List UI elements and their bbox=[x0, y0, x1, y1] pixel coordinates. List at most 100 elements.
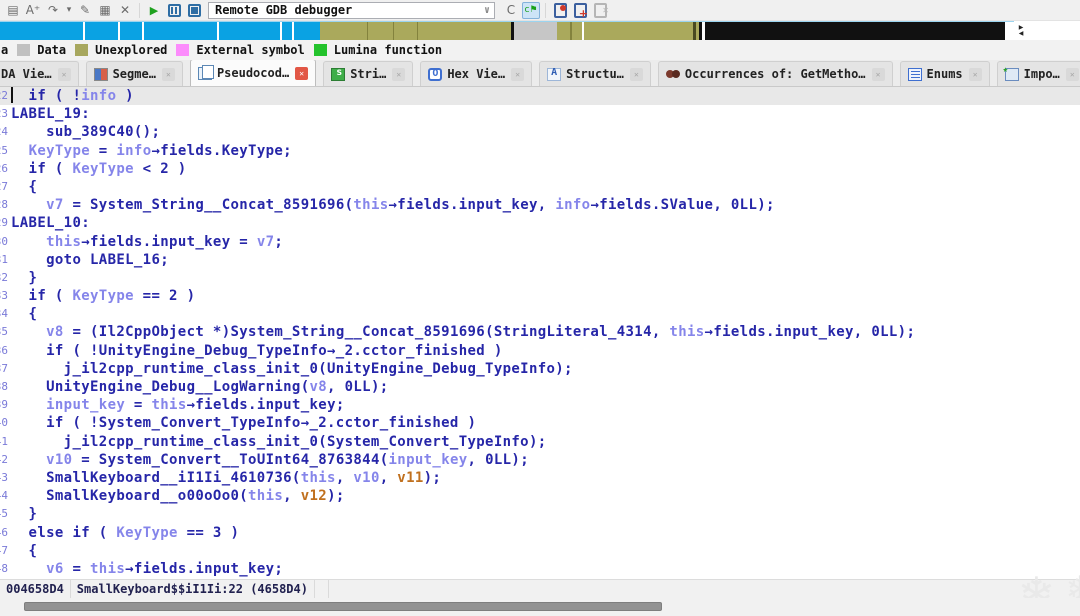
tab-close-button[interactable]: ✕ bbox=[161, 67, 175, 81]
code-line[interactable]: 28 v7 = System_String__Concat_8591696(th… bbox=[0, 196, 1080, 214]
tab-close-button[interactable]: ✕ bbox=[295, 66, 309, 80]
add-breakpoint-icon[interactable] bbox=[571, 2, 589, 20]
tab-close-button[interactable]: ✕ bbox=[511, 67, 525, 81]
tab-pseudocod[interactable]: Pseudocod… ✕ bbox=[189, 60, 317, 86]
tab-stri[interactable]: Stri… ✕ bbox=[323, 61, 414, 86]
navigation-band-segment[interactable] bbox=[119, 22, 142, 40]
tab-close-button[interactable]: ✕ bbox=[629, 67, 643, 81]
line-number: 45 bbox=[0, 507, 8, 521]
navigation-band-segment[interactable] bbox=[143, 22, 217, 40]
debugger-selector-value: Remote GDB debugger bbox=[215, 3, 353, 17]
tab-close-button[interactable]: ✕ bbox=[392, 67, 406, 81]
code-line[interactable]: 46 else if ( KeyType == 3 ) bbox=[0, 524, 1080, 542]
run-icon[interactable]: ▶ bbox=[145, 2, 163, 19]
code-line[interactable]: 22 if ( !info ) bbox=[0, 87, 1080, 106]
code-token: } bbox=[11, 506, 38, 523]
horizontal-scrollbar-thumb[interactable] bbox=[24, 602, 662, 611]
line-number: 37 bbox=[0, 361, 8, 375]
code-line[interactable]: 37 j_il2cpp_runtime_class_init_0(UnityEn… bbox=[0, 360, 1080, 378]
navigation-band-segment[interactable] bbox=[293, 22, 321, 40]
legend-label: Lumina function bbox=[333, 43, 443, 57]
code-line[interactable]: 36 if ( !UnityEngine_Debug_TypeInfo→_2.c… bbox=[0, 342, 1080, 360]
tab-close-button[interactable]: ✕ bbox=[968, 67, 982, 81]
code-line[interactable]: 38 UnityEngine_Debug__LogWarning(v8, 0LL… bbox=[0, 378, 1080, 396]
horizontal-scrollbar[interactable] bbox=[0, 598, 1080, 616]
breakpoint-list-icon[interactable] bbox=[551, 2, 569, 19]
navigation-band-segment[interactable] bbox=[556, 22, 571, 40]
stop-icon[interactable] bbox=[185, 2, 203, 19]
code-line[interactable]: 44 SmallKeyboard__o00oOo0(this, v12); bbox=[0, 487, 1080, 505]
code-line[interactable]: 48 v6 = this→fields.input_key; bbox=[0, 560, 1080, 578]
snapshot-icon[interactable]: ▦ bbox=[96, 2, 114, 19]
code-line[interactable]: 31 goto LABEL_16; bbox=[0, 251, 1080, 269]
line-number: 28 bbox=[0, 198, 8, 212]
navigation-band-segment[interactable] bbox=[218, 22, 280, 40]
tab-impo[interactable]: Impo… ✕ bbox=[996, 61, 1080, 86]
toolbar-separator bbox=[545, 2, 546, 18]
code-line[interactable]: 27 { bbox=[0, 178, 1080, 196]
code-token: if ( !System_Convert_TypeInfo→_2.cctor_f… bbox=[11, 415, 477, 432]
code-line[interactable]: 35 v8 = (Il2CppObject *)System_String__C… bbox=[0, 323, 1080, 341]
code-line[interactable]: 24 sub_389C40(); bbox=[0, 123, 1080, 141]
code-line[interactable]: 47 { bbox=[0, 542, 1080, 560]
code-line[interactable]: 32 } bbox=[0, 269, 1080, 287]
navigation-band-segment[interactable] bbox=[1004, 22, 1011, 40]
navigation-band-segment[interactable] bbox=[85, 22, 118, 40]
dropdown-arrow-icon[interactable]: ▾ bbox=[64, 2, 74, 19]
navigation-band-segment[interactable] bbox=[705, 22, 1005, 40]
code-line[interactable]: 26 if ( KeyType < 2 ) bbox=[0, 160, 1080, 178]
edit-segment-icon[interactable]: ▤ bbox=[4, 2, 22, 19]
code-line[interactable]: 42 v10 = System_Convert__ToUInt64_876384… bbox=[0, 451, 1080, 469]
code-line[interactable]: 29LABEL_10: bbox=[0, 214, 1080, 232]
navigation-band-segment[interactable] bbox=[394, 22, 417, 40]
enums-tab-icon bbox=[907, 67, 922, 81]
tab-da-vie[interactable]: DA Vie… ✕ bbox=[0, 61, 79, 86]
close-icon[interactable]: ✕ bbox=[116, 2, 134, 19]
tab-close-button[interactable]: ✕ bbox=[1065, 67, 1079, 81]
navigation-band-segment[interactable] bbox=[583, 22, 694, 40]
navigation-band-segment[interactable] bbox=[368, 22, 393, 40]
code-line[interactable]: 39 input_key = this→fields.input_key; bbox=[0, 396, 1080, 414]
line-number-gutter: 34 bbox=[0, 305, 11, 323]
tab-label: Segme… bbox=[112, 67, 156, 81]
navigation-band-segment[interactable] bbox=[281, 22, 292, 40]
code-line[interactable]: 41 j_il2cpp_runtime_class_init_0(System_… bbox=[0, 433, 1080, 451]
code-line[interactable]: 40 if ( !System_Convert_TypeInfo→_2.ccto… bbox=[0, 414, 1080, 432]
debugger-selector-dropdown[interactable]: Remote GDB debugger ∨ bbox=[208, 1, 495, 19]
code-line[interactable]: 33 if ( KeyType == 2 ) bbox=[0, 287, 1080, 305]
navigation-band-segment[interactable] bbox=[418, 22, 512, 40]
pause-icon[interactable] bbox=[165, 2, 183, 19]
navigation-band-segment[interactable] bbox=[320, 22, 367, 40]
tab-label: Enums bbox=[926, 67, 963, 81]
jump-icon[interactable]: ↷ bbox=[44, 2, 62, 19]
navigation-band-segment[interactable] bbox=[514, 22, 557, 40]
delete-breakpoint-icon[interactable] bbox=[591, 2, 609, 19]
code-token: →fields.SValue, 0LL); bbox=[590, 197, 775, 214]
pseudocode-view[interactable]: 22 if ( !info )23LABEL_19:24 sub_389C40(… bbox=[0, 87, 1080, 579]
line-number-gutter: 48 bbox=[0, 560, 11, 578]
code-line[interactable]: 43 SmallKeyboard__iI1Ii_4610736(this, v1… bbox=[0, 469, 1080, 487]
navigation-band-segment[interactable] bbox=[571, 22, 582, 40]
navigation-band[interactable] bbox=[0, 21, 1014, 40]
tab-hex-vie[interactable]: Hex Vie… ✕ bbox=[420, 61, 533, 86]
run-to-cursor-icon[interactable]: c⚑ bbox=[522, 1, 540, 19]
patch-icon[interactable]: ✎ bbox=[76, 2, 94, 19]
line-number-gutter: 41 bbox=[0, 433, 11, 451]
navband-arrow-down-icon[interactable]: ◀ bbox=[1019, 30, 1024, 37]
rename-icon[interactable]: A⁺ bbox=[24, 2, 42, 19]
code-line[interactable]: 23LABEL_19: bbox=[0, 105, 1080, 123]
code-line[interactable]: 45 } bbox=[0, 505, 1080, 523]
tab-close-button[interactable]: ✕ bbox=[871, 67, 885, 81]
tab-close-button[interactable]: ✕ bbox=[57, 67, 71, 81]
tab-structu[interactable]: Structu… ✕ bbox=[539, 61, 651, 86]
tab-segme[interactable]: Segme… ✕ bbox=[85, 61, 183, 86]
attach-source-icon[interactable]: C bbox=[502, 2, 520, 19]
code-line[interactable]: 34 { bbox=[0, 305, 1080, 323]
tab-occurrences-of-getmetho[interactable]: Occurrences of: GetMetho… ✕ bbox=[657, 61, 893, 86]
code-line[interactable]: 25 KeyType = info→fields.KeyType; bbox=[0, 142, 1080, 160]
code-token: { bbox=[11, 306, 38, 323]
code-line[interactable]: 30 this→fields.input_key = v7; bbox=[0, 233, 1080, 251]
tab-enums[interactable]: Enums ✕ bbox=[899, 61, 990, 86]
navigation-band-segment[interactable] bbox=[0, 22, 84, 40]
navband-arrows[interactable]: ▶ ◀ bbox=[1014, 21, 1028, 40]
